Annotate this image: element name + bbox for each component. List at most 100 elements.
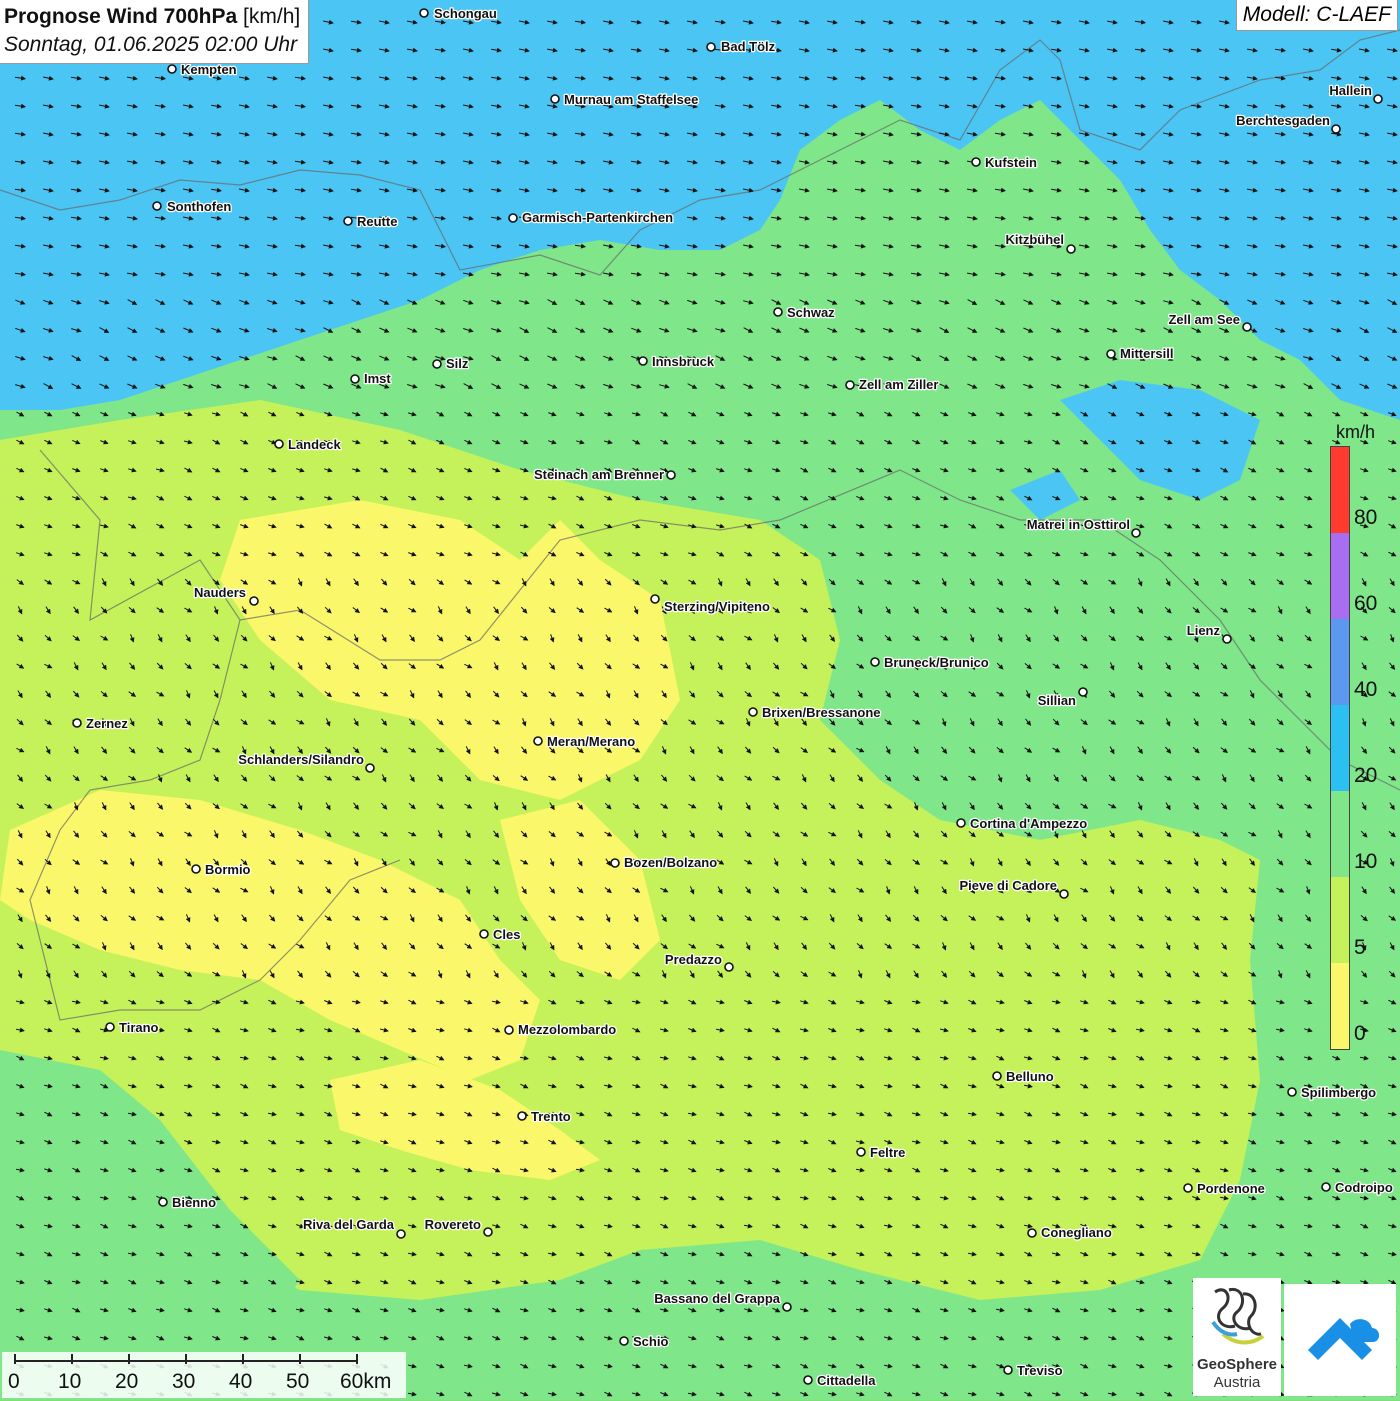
legend-seg-5-10: [1331, 877, 1349, 963]
city-marker[interactable]: Cortina d'Ampezzo: [956, 815, 1089, 832]
geosphere-logo[interactable]: GeoSphere Austria: [1193, 1278, 1281, 1396]
city-dot: [619, 1336, 629, 1346]
legend-seg-10-20: [1331, 791, 1349, 877]
city-marker[interactable]: Conegliano: [1027, 1224, 1113, 1241]
city-dot: [158, 1197, 168, 1207]
scale-tick: [242, 1354, 244, 1364]
city-label: Bassano del Grappa: [654, 1291, 780, 1306]
city-marker[interactable]: Spilimbergo: [1287, 1084, 1377, 1101]
map-title-box: Prognose Wind 700hPa [km/h] Sonntag, 01.…: [0, 0, 310, 64]
model-label: Modell: C-LAEF: [1235, 0, 1398, 31]
scale-tick: [299, 1354, 301, 1364]
city-label: Brixen/Bressanone: [762, 705, 881, 720]
city-label: Kufstein: [985, 155, 1037, 170]
city-dot: [167, 64, 177, 74]
city-dot: [638, 356, 648, 366]
city-label: Feltre: [870, 1145, 905, 1160]
legend-seg-above-80: [1331, 447, 1349, 533]
city-label: Bienno: [172, 1195, 216, 1210]
city-dot: [610, 858, 620, 868]
city-marker[interactable]: Murnau am Staffelsee: [550, 91, 700, 108]
city-label: Bad Tölz: [721, 39, 776, 54]
city-label: Nauders: [194, 585, 246, 600]
city-marker[interactable]: Zell am Ziller: [845, 376, 940, 393]
city-marker[interactable]: Meran/Merano: [533, 733, 636, 750]
city-label: Treviso: [1017, 1363, 1063, 1378]
city-label: Kempten: [181, 62, 237, 77]
city-marker[interactable]: Bozen/Bolzano: [610, 854, 718, 871]
city-label: Sonthofen: [167, 199, 231, 214]
city-dot: [1242, 322, 1252, 332]
weather-app-logo[interactable]: [1284, 1284, 1396, 1396]
legend-seg-60-80: [1331, 533, 1349, 619]
wind-map[interactable]: Schongau Bad Tölz Kempten Murnau am Staffel…: [0, 0, 1400, 1400]
city-dot: [191, 864, 201, 874]
city-label: Bozen/Bolzano: [624, 855, 717, 870]
city-marker[interactable]: Mezzolombardo: [504, 1021, 618, 1038]
city-label: Reutte: [357, 214, 397, 229]
city-label: Imst: [364, 371, 391, 386]
city-label: Tirano: [119, 1020, 159, 1035]
city-label: Belluno: [1006, 1069, 1054, 1084]
city-dot: [1078, 687, 1088, 697]
mountain-cloud-icon: [1308, 1318, 1380, 1360]
city-label: Hallein: [1329, 83, 1372, 98]
city-dot: [1373, 94, 1383, 104]
city-dot: [666, 470, 676, 480]
city-dot: [483, 1227, 493, 1237]
city-label: Bormio: [205, 862, 251, 877]
city-dot: [956, 818, 966, 828]
city-label: Cittadella: [817, 1373, 876, 1388]
scale-bar: 0 10 20 30 40 50 60km: [2, 1352, 406, 1398]
city-dot: [533, 736, 543, 746]
city-label: Riva del Garda: [303, 1217, 395, 1232]
city-dot: [845, 380, 855, 390]
city-label: Pieve di Cadore: [959, 878, 1057, 893]
city-label: Schio: [633, 1334, 668, 1349]
city-dot: [773, 307, 783, 317]
city-marker[interactable]: Pordenone: [1183, 1180, 1266, 1197]
scale-label: 40: [229, 1370, 253, 1393]
geosphere-logo-line2: Austria: [1213, 1374, 1261, 1391]
city-dot: [504, 1025, 514, 1035]
city-dot: [650, 594, 660, 604]
city-dot: [550, 94, 560, 104]
city-label: Schwaz: [787, 305, 835, 320]
title-unit: [km/h]: [243, 5, 301, 28]
city-dot: [1183, 1183, 1193, 1193]
city-label: Sillian: [1038, 693, 1076, 708]
city-label: Predazzo: [665, 952, 722, 967]
city-dot: [1066, 244, 1076, 254]
city-marker[interactable]: Garmisch-Partenkirchen: [508, 209, 674, 226]
city-label: Mezzolombardo: [518, 1022, 616, 1037]
city-dot: [432, 359, 442, 369]
city-dot: [856, 1147, 866, 1157]
legend-seg-0-5: [1331, 963, 1349, 1049]
legend-tick: 0: [1354, 1022, 1366, 1045]
city-dot: [1222, 634, 1232, 644]
city-dot: [274, 439, 284, 449]
city-dot: [508, 213, 518, 223]
scale-tick: [185, 1354, 187, 1364]
city-dot: [1027, 1228, 1037, 1238]
city-dot: [249, 596, 259, 606]
city-label: Bruneck/Brunico: [884, 655, 989, 670]
city-marker[interactable]: Steinach am Brenner: [533, 466, 676, 483]
city-label: Trento: [531, 1109, 571, 1124]
city-label: Pordenone: [1197, 1181, 1265, 1196]
scale-tick: [14, 1354, 16, 1364]
legend-color-bar: [1330, 446, 1350, 1050]
city-label: Cortina d'Ampezzo: [970, 816, 1087, 831]
scale-tick: [71, 1354, 73, 1364]
city-marker[interactable]: Brixen/Bressanone: [748, 704, 882, 721]
city-marker[interactable]: Bruneck/Brunico: [870, 654, 990, 671]
scale-tick: [356, 1354, 358, 1364]
geosphere-logo-line1: GeoSphere: [1196, 1356, 1278, 1373]
color-legend: km/h 80 60 40 20 10 5 0: [1322, 422, 1386, 1052]
city-dot: [1131, 528, 1141, 538]
city-label: Spilimbergo: [1301, 1085, 1376, 1100]
city-label: Murnau am Staffelsee: [564, 92, 698, 107]
city-dot: [1059, 889, 1069, 899]
city-dot: [724, 962, 734, 972]
city-dot: [1106, 349, 1116, 359]
